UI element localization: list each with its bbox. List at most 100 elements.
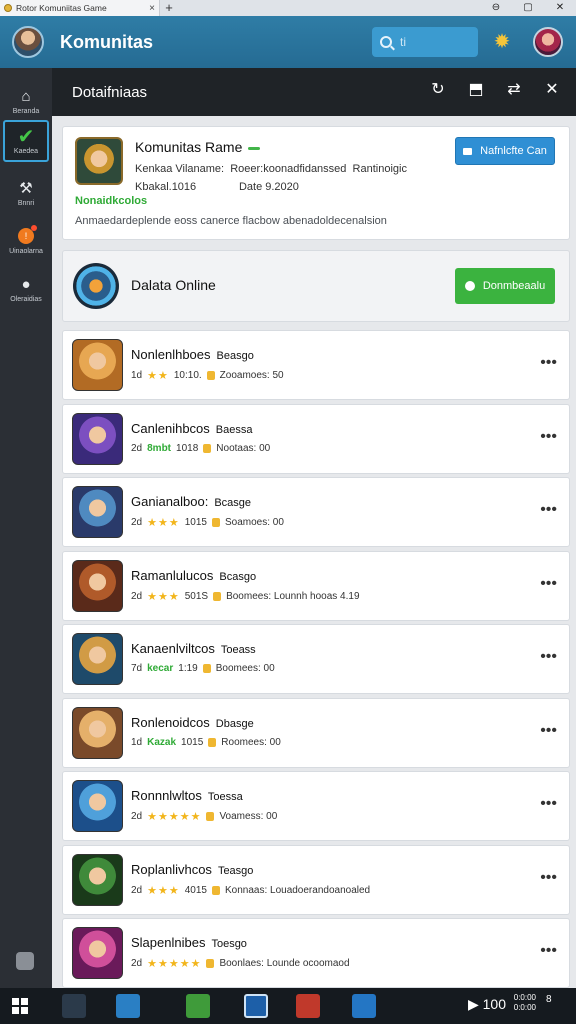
online-title: Dalata Online (131, 277, 216, 293)
bag-icon (203, 443, 212, 453)
search-placeholder: ti (400, 35, 406, 49)
bag-icon (211, 518, 220, 527)
app-icon[interactable] (244, 994, 268, 1018)
more-options-icon[interactable]: ••• (540, 502, 557, 518)
game-icon (72, 853, 123, 906)
sidebar-item-home[interactable]: ⌂ Beranda (3, 80, 49, 122)
user-avatar[interactable] (533, 27, 563, 57)
game-row[interactable]: Ronlenoidcos Dbasge 1d Kazak 1015 Roomees: 00… (62, 697, 570, 768)
sidebar-item-check[interactable]: ✔ Kaedea (3, 120, 49, 162)
sidebar-item-info[interactable]: ● Oleraidias (3, 268, 49, 310)
game-row[interactable]: Slapenlnibes Toesgo 2d ★★★★★ Boonlaes: Lound… (62, 918, 570, 988)
game-row[interactable]: Kanaenlviltcos Toeass 7d kecar 1:19 Boomees: … (62, 624, 570, 694)
game-tag: Toessa (207, 791, 243, 803)
game-row[interactable]: Ronnnlwltos Toessa 2d ★★★★★ Voamess: 00 ••• (62, 771, 570, 841)
game-icon (72, 486, 123, 538)
sidebar-item-notifications[interactable]: ! Uinaolarna (3, 220, 49, 262)
game-meta: 2d ★★★ 501S Boomees: Lounnh hooas 4.19 (131, 590, 360, 603)
game-title: Roplanlivhcos (131, 861, 212, 877)
search-input[interactable]: ti (372, 27, 478, 57)
page-title: Dotaifniaas (72, 83, 148, 101)
game-meta: 1d Kazak 1015 Roomees: 00 (131, 737, 281, 748)
mail-icon[interactable] (352, 994, 376, 1018)
sidebar: ⌂ Beranda ✔ Kaedea ⚒ Bnnri ! Uinaolarna … (0, 68, 52, 988)
tab-favicon-icon (4, 4, 12, 12)
game-count: 1018 (176, 442, 199, 454)
window-close-button[interactable]: ✕ (544, 0, 576, 16)
download-button[interactable]: Donmbeaalu (455, 268, 555, 304)
community-action-button[interactable]: Nafnlcfte Can (455, 137, 555, 165)
game-stat: Zooamoes: 50 (219, 370, 284, 381)
game-rating: 2d (131, 590, 143, 602)
star-rating-icon: ★★ (147, 370, 169, 382)
game-stat: Boonlaes: Lounde ocoomaod (219, 958, 350, 969)
community-description: Anmaedardeplende eoss canerce flacbow ab… (75, 215, 387, 227)
game-row[interactable]: Ramanlulucos Bcasgo 2d ★★★ 501S Boomees: Loun… (62, 550, 570, 621)
more-options-icon[interactable]: ••• (540, 575, 557, 592)
tab-close-icon[interactable]: × (149, 3, 155, 14)
refresh-icon[interactable]: ↻ (428, 80, 448, 100)
game-meta: 2d 8mbt 1018 Nootaas: 00 (131, 443, 270, 454)
game-row[interactable]: Canlenihbcos Baessa 2d 8mbt 1018 Nootaas: 00 •… (62, 403, 570, 474)
game-count: 4015 (184, 884, 207, 896)
game-icon (72, 780, 123, 832)
sidebar-item-tools[interactable]: ⚒ Bnnri (3, 172, 49, 214)
more-options-icon[interactable]: ••• (540, 943, 557, 959)
game-meta: 7d kecar 1:19 Boomees: 00 (131, 663, 275, 674)
more-options-icon[interactable]: ••• (540, 796, 557, 812)
new-tab-button[interactable]: + (160, 0, 178, 16)
game-count: 1:19 (178, 663, 198, 674)
windows-start-icon[interactable] (12, 998, 28, 1014)
game-rating: 2d (131, 517, 143, 528)
office-icon[interactable] (296, 994, 320, 1018)
maximize-button[interactable]: ▢ (512, 0, 544, 16)
game-title: Canlenihbcos (131, 420, 210, 436)
bag-icon (213, 591, 222, 601)
more-options-icon[interactable]: ••• (540, 355, 557, 371)
more-options-icon[interactable]: ••• (540, 649, 557, 665)
app-logo-avatar[interactable] (12, 26, 44, 58)
game-stat: Boomees: 00 (215, 663, 275, 674)
close-icon[interactable]: ✕ (542, 80, 562, 100)
game-meta: 2d ★★★ 1015 Soamoes: 00 (131, 516, 284, 529)
store-icon[interactable] (116, 994, 140, 1018)
game-count: 1015 (184, 517, 207, 528)
notification-center-icon[interactable]: 8 (546, 994, 566, 1018)
game-stat: Nootaas: 00 (216, 442, 271, 454)
sidebar-bottom-icon[interactable] (16, 952, 34, 970)
game-count: 501S (184, 590, 209, 602)
info-icon: ● (21, 275, 31, 293)
game-tag: Bcasge (214, 497, 252, 509)
more-options-icon[interactable]: ••• (540, 428, 557, 445)
taskbar: ▶ 100 0:0:00 0:0:00 8 (0, 988, 576, 1024)
system-tray[interactable]: ▶ 100 (468, 996, 506, 1013)
game-tag: Beasgo (216, 350, 254, 362)
files-icon[interactable] (186, 994, 210, 1018)
game-row[interactable]: Ganianalboo: Bcasge 2d ★★★ 1015 Soamoes: 00 ••… (62, 477, 570, 547)
game-tag: Teasgo (217, 864, 254, 877)
game-rating: 1d (131, 370, 143, 381)
bag-icon (208, 737, 217, 747)
game-row[interactable]: Nonlenlhboes Beasgo 1d ★★ 10:10. Zooamoes: 50… (62, 330, 570, 400)
video-icon (463, 147, 473, 155)
clock[interactable]: 0:0:00 0:0:00 (514, 993, 536, 1013)
more-options-icon[interactable]: ••• (540, 722, 557, 739)
game-count: 1015 (181, 736, 204, 748)
more-options-icon[interactable]: ••• (540, 869, 557, 886)
sidebar-item-label: Beranda (12, 108, 40, 115)
game-row[interactable]: Roplanlivhcos Teasgo 2d ★★★ 4015 Konnaas: Lou… (62, 844, 570, 915)
game-badge: kecar (147, 663, 174, 674)
game-title-row: Nonlenlhboes Beasgo (131, 347, 254, 362)
game-icon (72, 927, 123, 979)
game-title: Ronlenoidcos (131, 714, 210, 730)
edge-icon[interactable] (62, 994, 86, 1018)
minimize-button[interactable]: ⊖ (480, 0, 512, 16)
game-rating: 2d (131, 884, 143, 896)
star-rating-icon: ★★★ (147, 590, 180, 603)
game-tag: Baessa (215, 423, 253, 436)
game-stat: Roomees: 00 (221, 736, 281, 748)
browser-tab[interactable]: Rotor Komuniitas Game × (0, 0, 160, 16)
link-icon[interactable]: ⇄ (504, 80, 524, 100)
share-icon[interactable]: ⬒ (466, 80, 486, 100)
settings-gear-icon[interactable]: ✹ (490, 30, 514, 54)
